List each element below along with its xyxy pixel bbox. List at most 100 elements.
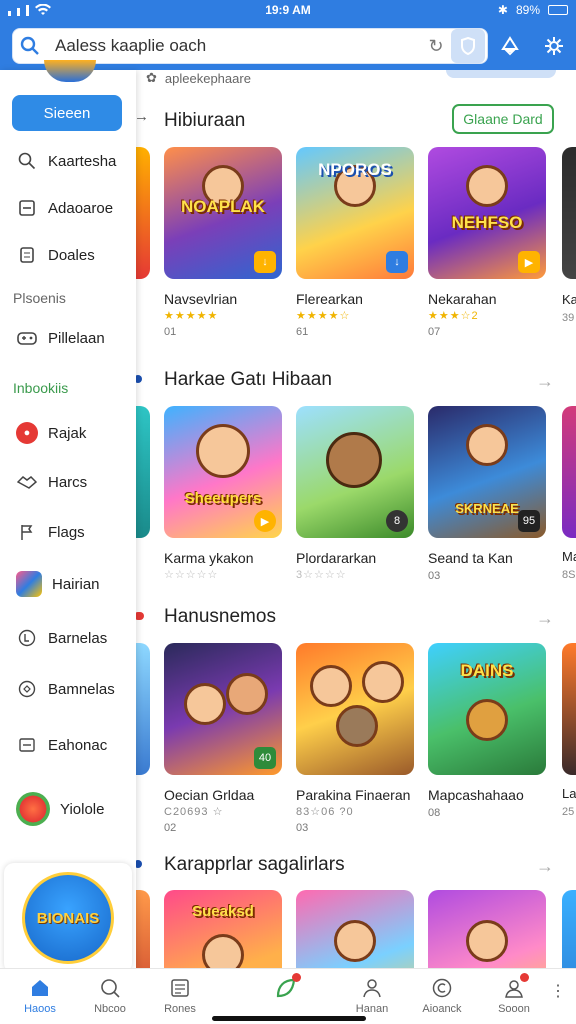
game-card[interactable]: NPOROS ↓ Flerearkan ★★★★☆ 61 xyxy=(296,147,414,338)
game-card[interactable] xyxy=(428,890,546,970)
game-meta: 02 xyxy=(164,822,177,834)
sidebar-item-label: Rajak xyxy=(48,424,87,442)
bluetooth-icon: ✱ xyxy=(497,3,508,17)
search-icon xyxy=(97,975,123,1001)
sidebar-item-eahonac[interactable]: Eahonac xyxy=(16,734,107,756)
sidebar-item-rajak[interactable]: ● Rajak xyxy=(16,422,86,444)
search-icon[interactable] xyxy=(13,29,47,63)
sidebar-item-yiolole[interactable]: Yiolole xyxy=(16,792,104,826)
nav-label: Rones xyxy=(164,1003,196,1015)
sidebar-item-pillelaan[interactable]: Pillelaan xyxy=(16,327,105,349)
handshake-icon xyxy=(16,471,38,493)
game-card[interactable] xyxy=(296,890,414,970)
game-meta: 07 xyxy=(428,326,441,338)
sidebar-item-label: Harcs xyxy=(48,473,88,491)
sidebar-item-label: Flags xyxy=(48,523,85,541)
character-art xyxy=(202,934,244,970)
game-meta: 08 xyxy=(428,807,441,819)
game-card[interactable]: Parakina Finaeran 83☆06 ?0 03 xyxy=(296,643,414,834)
card-peek-left xyxy=(136,406,150,538)
character-art xyxy=(466,699,508,741)
card-peek-right xyxy=(562,406,576,538)
character-art xyxy=(466,920,508,962)
refresh-icon[interactable]: ↻ xyxy=(421,36,451,57)
game-thumbnail xyxy=(296,643,414,775)
nav-featured[interactable] xyxy=(256,973,316,1003)
game-thumbnail: SKRNEAE 95 xyxy=(428,406,546,538)
gear-icon[interactable] xyxy=(542,34,566,58)
game-card[interactable]: NEHFSO ▶ Nekarahan ★★★☆2 07 xyxy=(428,147,546,338)
section-title: Hibiuraan xyxy=(164,110,246,131)
rating-stars: C20693 ☆ xyxy=(164,806,224,818)
game-card[interactable]: NOAPLAK ↓ Navsevlrian ★★★★★ 01 xyxy=(164,147,282,338)
arrow-right-icon[interactable]: → xyxy=(536,608,554,629)
game-thumbnail: NPOROS ↓ xyxy=(296,147,414,279)
arrow-right-icon[interactable]: → xyxy=(536,371,554,392)
person-icon xyxy=(359,975,385,1001)
peek-name: Ma xyxy=(562,549,576,564)
card-peek-right xyxy=(562,890,576,970)
more-icon[interactable]: ⋮ xyxy=(550,981,566,1001)
sidebar-item-kaartesha[interactable]: Kaartesha xyxy=(16,150,116,172)
download-icon: ↓ xyxy=(386,251,408,273)
sidebar-item-harcs[interactable]: Harcs xyxy=(16,471,87,493)
game-meta: 01 xyxy=(164,326,177,338)
section-title: Hanusnemos xyxy=(164,606,276,627)
nav-home[interactable]: Haoos xyxy=(10,975,70,1015)
sidebar-item-adaoaroe[interactable]: Adaoaroe xyxy=(16,197,113,219)
section-title: Karapprlar sagalirlars xyxy=(164,854,345,875)
search-bar[interactable]: Aaless kaaplie oach ↻ xyxy=(12,28,488,64)
game-thumbnail: Sheeupers ▶ xyxy=(164,406,282,538)
battery-icon xyxy=(548,5,568,15)
nav-hanan[interactable]: Hanan xyxy=(342,975,402,1015)
character-art xyxy=(336,705,378,747)
character-art xyxy=(326,432,382,488)
sidebar-item-doales[interactable]: Doales xyxy=(16,244,95,266)
game-card[interactable]: 40 Oecian Grldaa C20693 ☆ 02 xyxy=(164,643,282,834)
sidebar-primary-button[interactable]: Sieeen xyxy=(12,95,122,131)
search-input[interactable]: Aaless kaaplie oach xyxy=(47,36,421,56)
rating-stars: ★★★★★ xyxy=(164,310,219,322)
play-icon: ▶ xyxy=(254,510,276,532)
sidebar-item-bamnelas[interactable]: Bamnelas xyxy=(16,678,115,700)
notification-dot xyxy=(520,973,529,982)
sidebar-item-barnelas[interactable]: Barnelas xyxy=(16,627,107,649)
game-logo-text: NPOROS xyxy=(318,160,392,180)
nav-label: Haoos xyxy=(24,1003,56,1015)
game-name: Plordararkan xyxy=(296,550,377,566)
game-name: Oecian Grldaa xyxy=(164,787,255,803)
game-card[interactable]: DAINS Mapcashahaao 08 xyxy=(428,643,546,819)
game-card[interactable]: Sheeupers ▶ Karma ykakon ☆☆☆☆☆ xyxy=(164,406,282,581)
game-card[interactable]: SKRNEAE 95 Seand ta Kan 03 xyxy=(428,406,546,582)
sidebar-item-flags[interactable]: Flags xyxy=(16,521,85,543)
card-peek-left xyxy=(136,147,150,279)
subheader-text: apleekephaare xyxy=(164,70,251,86)
arrow-right-icon[interactable]: → xyxy=(536,856,554,877)
rank-badge: 8 xyxy=(386,510,408,532)
game-name: Mapcashahaao xyxy=(428,787,524,803)
game-logo-icon xyxy=(16,792,50,826)
home-icon xyxy=(27,975,53,1001)
image-icon xyxy=(16,734,38,756)
sidebar-item-label: Eahonac xyxy=(48,736,108,754)
download-icon: ↓ xyxy=(254,251,276,273)
status-time: 19:9 AM xyxy=(265,3,311,17)
sidebar-promo-card[interactable]: BIONAIS xyxy=(4,863,132,973)
game-name: Nekarahan xyxy=(428,291,497,307)
nav-profile[interactable]: Sooon xyxy=(484,973,544,1015)
game-card[interactable]: Sueaksd xyxy=(164,890,282,970)
subheader: ✿ apleekephaare xyxy=(146,70,251,86)
nav-rones[interactable]: Rones xyxy=(150,975,210,1015)
card-peek-left xyxy=(136,890,150,970)
game-name: Navsevlrian xyxy=(164,291,238,307)
shield-icon[interactable] xyxy=(451,29,485,63)
sidebar-item-hairian[interactable]: Hairian xyxy=(16,571,100,597)
bell-icon[interactable] xyxy=(498,34,522,58)
game-card[interactable]: 8 Plordararkan 3☆☆☆☆ xyxy=(296,406,414,581)
nav-aioanck[interactable]: Aioanck xyxy=(412,975,472,1015)
arrow-right-icon: → xyxy=(136,108,149,125)
sidebar-section-heading: Plsoenis xyxy=(13,290,66,306)
nav-search[interactable]: Nbcoo xyxy=(80,975,140,1015)
rank-badge: 40 xyxy=(254,747,276,769)
section-action-button[interactable]: Glaane Dard xyxy=(452,104,554,134)
